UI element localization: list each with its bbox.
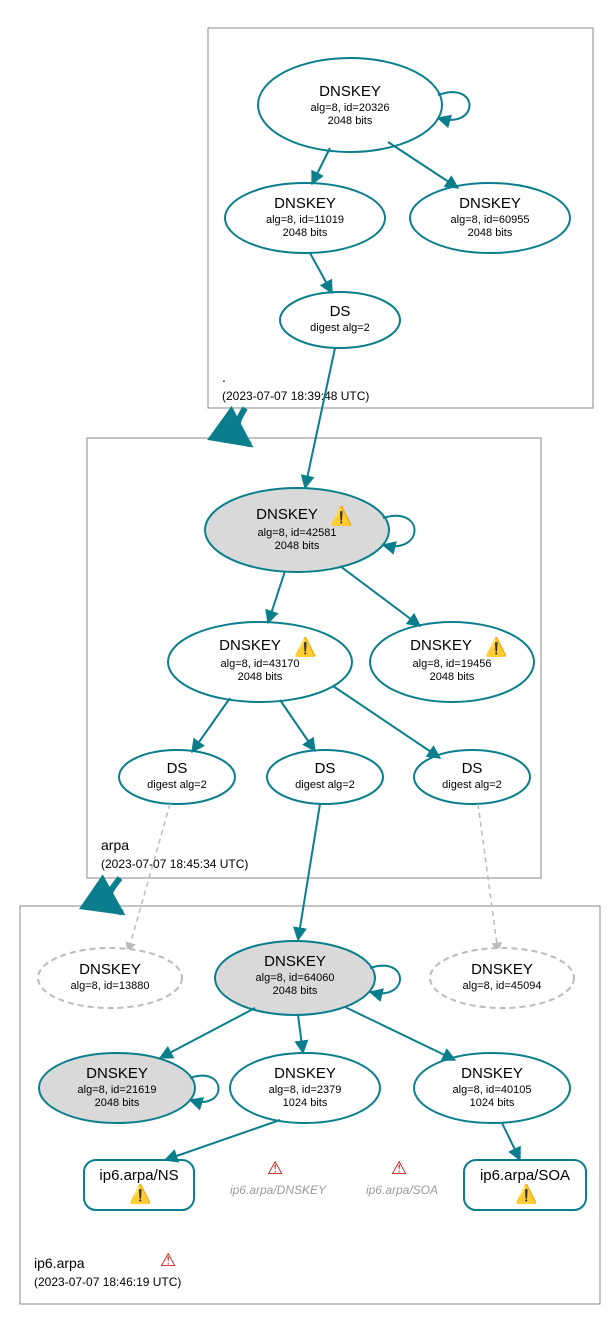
svg-text:ip6.arpa/SOA: ip6.arpa/SOA xyxy=(480,1167,570,1184)
svg-text:alg=8, id=40105: alg=8, id=40105 xyxy=(453,1084,532,1096)
svg-text:DS: DS xyxy=(462,760,483,777)
zone-ip6-timestamp: (2023-07-07 18:46:19 UTC) xyxy=(34,1275,181,1289)
svg-text:DNSKEY: DNSKEY xyxy=(410,637,472,654)
node-ip6-dnskey-2379: DNSKEY alg=8, id=2379 1024 bits xyxy=(230,1053,380,1123)
edge-root-ds-arpa-42581 xyxy=(305,348,335,488)
svg-text:alg=8, id=64060: alg=8, id=64060 xyxy=(256,972,335,984)
svg-text:ip6.arpa/NS: ip6.arpa/NS xyxy=(99,1167,178,1184)
edge-ip6-64060-2379 xyxy=(298,1015,303,1053)
node-arpa-ds-3: DS digest alg=2 xyxy=(414,750,530,804)
edge-arpa-43170-ds1 xyxy=(192,698,230,752)
svg-text:DNSKEY: DNSKEY xyxy=(274,195,336,212)
svg-text:DNSKEY: DNSKEY xyxy=(264,953,326,970)
svg-text:digest alg=2: digest alg=2 xyxy=(442,779,502,791)
edge-root-11019-ds xyxy=(310,253,332,293)
warn-icon: ⚠️ xyxy=(129,1183,151,1204)
svg-text:DNSKEY: DNSKEY xyxy=(459,195,521,212)
svg-text:DNSKEY: DNSKEY xyxy=(79,961,141,978)
svg-text:DS: DS xyxy=(167,760,188,777)
zone-ip6-label: ip6.arpa xyxy=(34,1255,85,1271)
edge-ip6-64060-21619 xyxy=(160,1008,255,1058)
node-root-dnskey-60955: DNSKEY alg=8, id=60955 2048 bits xyxy=(410,183,570,253)
warn-red-icon: ⚠ xyxy=(391,1158,407,1178)
svg-text:alg=8, id=60955: alg=8, id=60955 xyxy=(451,214,530,226)
edge-root-20326-11019 xyxy=(312,148,330,184)
dnssec-graph: . (2023-07-07 18:39:48 UTC) DNSKEY alg=8… xyxy=(0,0,613,1337)
svg-text:DS: DS xyxy=(330,303,351,320)
edge-root-20326-60955 xyxy=(388,142,458,188)
svg-text:DNSKEY: DNSKEY xyxy=(256,506,318,523)
node-ip6-dnskey-13880: DNSKEY alg=8, id=13880 xyxy=(38,948,182,1008)
svg-text:DNSKEY: DNSKEY xyxy=(274,1065,336,1082)
edge-arpa-43170-ds2 xyxy=(280,700,315,751)
node-root-dnskey-20326: DNSKEY alg=8, id=20326 2048 bits xyxy=(258,58,442,152)
svg-text:1024 bits: 1024 bits xyxy=(470,1097,515,1109)
node-ip6-dnskey-21619: DNSKEY alg=8, id=21619 2048 bits xyxy=(39,1053,195,1123)
zone-root-timestamp: (2023-07-07 18:39:48 UTC) xyxy=(222,389,369,403)
svg-text:alg=8, id=19456: alg=8, id=19456 xyxy=(413,658,492,670)
svg-text:alg=8, id=21619: alg=8, id=21619 xyxy=(78,1084,157,1096)
svg-text:digest alg=2: digest alg=2 xyxy=(310,322,370,334)
svg-text:DNSKEY: DNSKEY xyxy=(319,83,381,100)
edge-arpa-42581-19456 xyxy=(340,566,420,626)
node-arpa-ds-2: DS digest alg=2 xyxy=(267,750,383,804)
node-ip6-dnskey-64060: DNSKEY alg=8, id=64060 2048 bits xyxy=(215,941,375,1015)
svg-text:digest alg=2: digest alg=2 xyxy=(147,779,207,791)
warn-icon: ⚠️ xyxy=(294,636,316,657)
node-ip6-dnskey-40105: DNSKEY alg=8, id=40105 1024 bits xyxy=(414,1053,570,1123)
edge-arpa-ds2-ip6-64060 xyxy=(298,804,320,940)
svg-text:2048 bits: 2048 bits xyxy=(95,1097,140,1109)
warn-red-icon: ⚠ xyxy=(267,1158,283,1178)
zone-arpa-timestamp: (2023-07-07 18:45:34 UTC) xyxy=(101,857,248,871)
svg-text:ip6.arpa/SOA: ip6.arpa/SOA xyxy=(366,1183,438,1197)
svg-text:2048 bits: 2048 bits xyxy=(273,985,318,997)
node-ip6-soa-placeholder: ⚠ ip6.arpa/SOA xyxy=(366,1158,438,1197)
node-arpa-ds-1: DS digest alg=2 xyxy=(119,750,235,804)
node-arpa-dnskey-43170: DNSKEY ⚠️ alg=8, id=43170 2048 bits xyxy=(168,622,352,702)
svg-text:DS: DS xyxy=(315,760,336,777)
edge-ip6-2379-ns xyxy=(165,1120,280,1160)
edge-arpa-42581-43170 xyxy=(268,571,285,623)
svg-text:2048 bits: 2048 bits xyxy=(275,540,320,552)
svg-text:alg=8, id=13880: alg=8, id=13880 xyxy=(71,980,150,992)
svg-text:DNSKEY: DNSKEY xyxy=(86,1065,148,1082)
node-ip6-dnskey-placeholder: ⚠ ip6.arpa/DNSKEY xyxy=(230,1158,327,1197)
svg-text:alg=8, id=2379: alg=8, id=2379 xyxy=(269,1084,342,1096)
svg-text:2048 bits: 2048 bits xyxy=(238,671,283,683)
node-root-ds: DS digest alg=2 xyxy=(280,292,400,348)
svg-text:DNSKEY: DNSKEY xyxy=(461,1065,523,1082)
node-arpa-dnskey-42581: DNSKEY ⚠️ alg=8, id=42581 2048 bits xyxy=(205,488,389,572)
svg-text:2048 bits: 2048 bits xyxy=(328,115,373,127)
node-ip6-soa: ip6.arpa/SOA ⚠️ xyxy=(464,1160,586,1210)
svg-text:alg=8, id=20326: alg=8, id=20326 xyxy=(311,102,390,114)
node-ip6-dnskey-45094: DNSKEY alg=8, id=45094 xyxy=(430,948,574,1008)
svg-text:ip6.arpa/DNSKEY: ip6.arpa/DNSKEY xyxy=(230,1183,327,1197)
edge-ip6-64060-40105 xyxy=(345,1007,455,1060)
zone-root-label: . xyxy=(222,369,226,385)
svg-text:DNSKEY: DNSKEY xyxy=(219,637,281,654)
svg-text:DNSKEY: DNSKEY xyxy=(471,961,533,978)
node-ip6-ns: ip6.arpa/NS ⚠️ xyxy=(84,1160,194,1210)
svg-text:2048 bits: 2048 bits xyxy=(283,227,328,239)
svg-text:alg=8, id=43170: alg=8, id=43170 xyxy=(221,658,300,670)
warn-icon: ⚠️ xyxy=(330,505,352,526)
svg-text:alg=8, id=45094: alg=8, id=45094 xyxy=(463,980,542,992)
edge-zone-root-arpa xyxy=(237,408,250,445)
svg-text:2048 bits: 2048 bits xyxy=(468,227,513,239)
zone-arpa-label: arpa xyxy=(101,837,129,853)
edge-zone-arpa-ip6 xyxy=(109,878,122,913)
zone-warn-icon: ⚠ xyxy=(160,1250,176,1270)
svg-text:2048 bits: 2048 bits xyxy=(430,671,475,683)
warn-icon: ⚠️ xyxy=(515,1183,537,1204)
svg-text:alg=8, id=42581: alg=8, id=42581 xyxy=(258,527,337,539)
svg-text:digest alg=2: digest alg=2 xyxy=(295,779,355,791)
node-root-dnskey-11019: DNSKEY alg=8, id=11019 2048 bits xyxy=(225,183,385,253)
edge-ip6-40105-soa xyxy=(502,1123,520,1160)
warn-icon: ⚠️ xyxy=(485,636,507,657)
svg-text:1024 bits: 1024 bits xyxy=(283,1097,328,1109)
svg-text:alg=8, id=11019: alg=8, id=11019 xyxy=(266,214,344,226)
node-arpa-dnskey-19456: DNSKEY ⚠️ alg=8, id=19456 2048 bits xyxy=(370,622,534,702)
